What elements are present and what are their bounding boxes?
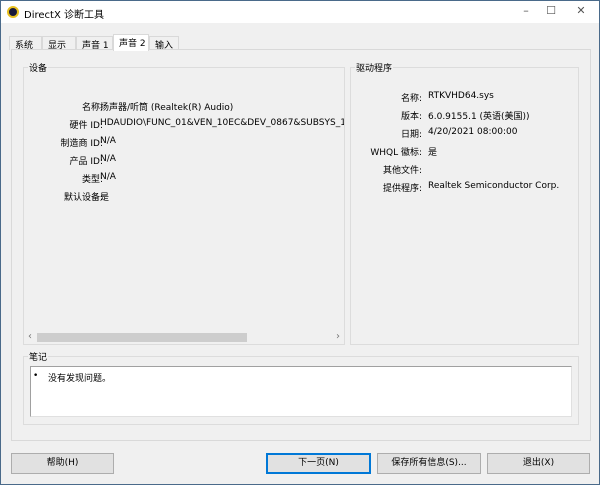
device-row-value: N/A [100, 136, 116, 146]
title-bar: DirectX 诊断工具 – ☐ ✕ [1, 1, 599, 23]
driver-row-value: 是 [428, 148, 438, 158]
driver-row-label: 名称: [400, 94, 422, 104]
notes-group-title: 笔记 [28, 350, 49, 363]
tab-sound-1[interactable]: 声音 1 [76, 36, 113, 51]
scroll-left-arrow[interactable]: ‹ [28, 331, 32, 342]
tab-system[interactable]: 系统 [9, 36, 42, 51]
device-group: 设备 名称: 扬声器/听筒 (Realtek(R) Audio) 硬件 ID: HDA… [23, 61, 345, 345]
driver-row-value: 6.0.9155.1 (英语(美国)) [428, 112, 530, 122]
notes-item: 没有发现问题。 [48, 374, 112, 384]
tab-panel: 设备 名称: 扬声器/听筒 (Realtek(R) Audio) 硬件 ID: HDA… [11, 49, 591, 441]
maximize-button[interactable]: ☐ [536, 4, 566, 20]
driver-row-label: 日期: [400, 130, 422, 140]
driver-group-title: 驱动程序 [355, 61, 394, 74]
device-row-label: 硬件 ID: [69, 121, 103, 131]
device-group-title: 设备 [28, 61, 49, 74]
device-row-value: 是 [100, 193, 110, 203]
driver-row-label: 提供程序: [382, 184, 422, 194]
horizontal-scrollbar[interactable]: ‹ › [24, 331, 344, 344]
help-button[interactable]: 帮助(H) [11, 453, 114, 474]
notes-group: 笔记 • 没有发现问题。 [23, 350, 579, 425]
device-row-value: 扬声器/听筒 (Realtek(R) Audio) [100, 103, 234, 113]
next-page-button[interactable]: 下一页(N) [266, 453, 371, 474]
driver-row-value: Realtek Semiconductor Corp. [428, 181, 560, 191]
driver-group: 驱动程序 名称: RTKVHD64.sys 版本: 6.0.9155.1 (英语(美国… [350, 61, 579, 345]
device-row-label: 制造商 ID: [60, 139, 103, 149]
device-row-label: 产品 ID: [69, 157, 103, 167]
close-button[interactable]: ✕ [566, 4, 596, 20]
tab-input[interactable]: 输入 [149, 36, 179, 51]
save-all-info-button[interactable]: 保存所有信息(S)... [377, 453, 481, 474]
scroll-right-arrow[interactable]: › [336, 331, 340, 342]
directx-diagnostic-window: DirectX 诊断工具 – ☐ ✕ 系统 显示 声音 1 声音 2 输入 设备… [0, 0, 600, 485]
driver-row-value: RTKVHD64.sys [428, 91, 494, 101]
window-title: DirectX 诊断工具 [24, 10, 104, 21]
driver-row-label: 其他文件: [382, 166, 422, 176]
driver-row-label: WHQL 徽标: [370, 148, 422, 158]
scrollbar-thumb[interactable] [37, 333, 247, 342]
tab-sound-2[interactable]: 声音 2 [113, 34, 149, 51]
tab-display[interactable]: 显示 [42, 36, 76, 51]
notes-textbox[interactable]: • 没有发现问题。 [30, 366, 572, 417]
device-row-label: 默认设备: [63, 193, 103, 203]
bullet-icon: • [33, 371, 39, 381]
directx-icon [7, 6, 19, 18]
driver-row-label: 版本: [400, 112, 422, 122]
device-row-value: N/A [100, 172, 116, 182]
device-row-value: HDAUDIO\FUNC_01&VEN_10EC&DEV_0867&SUBSYS… [100, 118, 344, 128]
driver-row-value: 4/20/2021 08:00:00 [428, 127, 518, 137]
device-row-value: N/A [100, 154, 116, 164]
exit-button[interactable]: 退出(X) [487, 453, 590, 474]
